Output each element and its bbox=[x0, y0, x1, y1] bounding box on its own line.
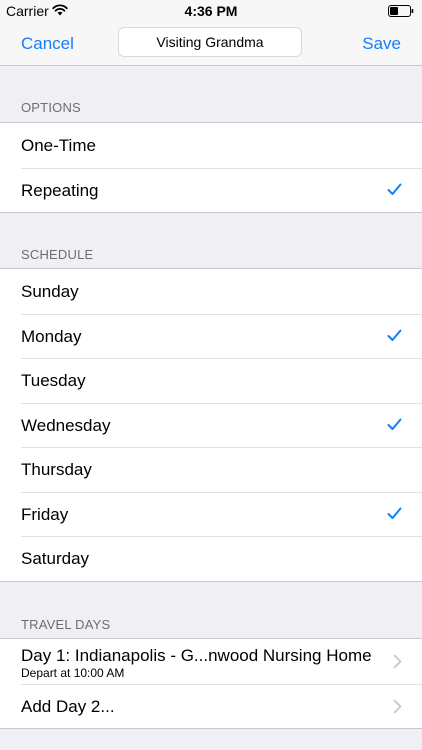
save-button[interactable]: Save bbox=[362, 34, 401, 54]
schedule-day-sunday[interactable]: Sunday bbox=[0, 269, 422, 314]
add-day-label: Add Day 2... bbox=[21, 696, 115, 716]
title-input[interactable] bbox=[118, 27, 302, 57]
checkmark-icon bbox=[387, 507, 402, 519]
travel-day-row[interactable]: Day 1: Indianapolis - G...nwood Nursing … bbox=[0, 639, 422, 684]
day-label: Thursday bbox=[21, 460, 92, 479]
schedule-group: Sunday Monday Tuesday Wednesday Thursday… bbox=[0, 268, 422, 582]
add-day-row[interactable]: Add Day 2... bbox=[0, 683, 422, 729]
travel-day-title: Day 1: Indianapolis - G...nwood Nursing … bbox=[21, 646, 372, 665]
schedule-day-monday[interactable]: Monday bbox=[0, 313, 422, 359]
battery-icon bbox=[388, 5, 414, 17]
option-label: Repeating bbox=[21, 180, 99, 200]
day-label: Saturday bbox=[21, 549, 90, 568]
status-time: 4:36 PM bbox=[184, 3, 238, 19]
options-section-header: OPTIONS bbox=[21, 100, 81, 115]
chevron-right-icon bbox=[393, 699, 402, 713]
day-label: Tuesday bbox=[21, 371, 86, 390]
navigation-bar: Cancel Save bbox=[0, 22, 422, 66]
checkmark-icon bbox=[387, 329, 402, 341]
checkmark-icon bbox=[387, 418, 402, 430]
option-one-time[interactable]: One-Time bbox=[0, 123, 422, 168]
cancel-button[interactable]: Cancel bbox=[21, 34, 74, 54]
schedule-day-saturday[interactable]: Saturday bbox=[0, 536, 422, 581]
day-label: Wednesday bbox=[21, 415, 111, 435]
status-bar: Carrier 4:36 PM bbox=[0, 0, 422, 22]
travel-days-group: Day 1: Indianapolis - G...nwood Nursing … bbox=[0, 638, 422, 729]
checkmark-icon bbox=[387, 183, 402, 195]
option-repeating[interactable]: Repeating bbox=[0, 167, 422, 213]
schedule-day-wednesday[interactable]: Wednesday bbox=[0, 402, 422, 448]
schedule-day-tuesday[interactable]: Tuesday bbox=[0, 358, 422, 403]
travel-day-subtitle: Depart at 10:00 AM bbox=[21, 666, 125, 680]
option-label: One-Time bbox=[21, 136, 96, 155]
day-label: Monday bbox=[21, 326, 82, 346]
schedule-day-thursday[interactable]: Thursday bbox=[0, 447, 422, 492]
schedule-section-header: SCHEDULE bbox=[21, 247, 94, 262]
schedule-day-friday[interactable]: Friday bbox=[0, 491, 422, 537]
options-group: One-Time Repeating bbox=[0, 122, 422, 213]
day-label: Friday bbox=[21, 504, 69, 524]
chevron-right-icon bbox=[393, 654, 402, 669]
day-label: Sunday bbox=[21, 282, 79, 301]
travel-days-section-header: TRAVEL DAYS bbox=[21, 617, 111, 632]
